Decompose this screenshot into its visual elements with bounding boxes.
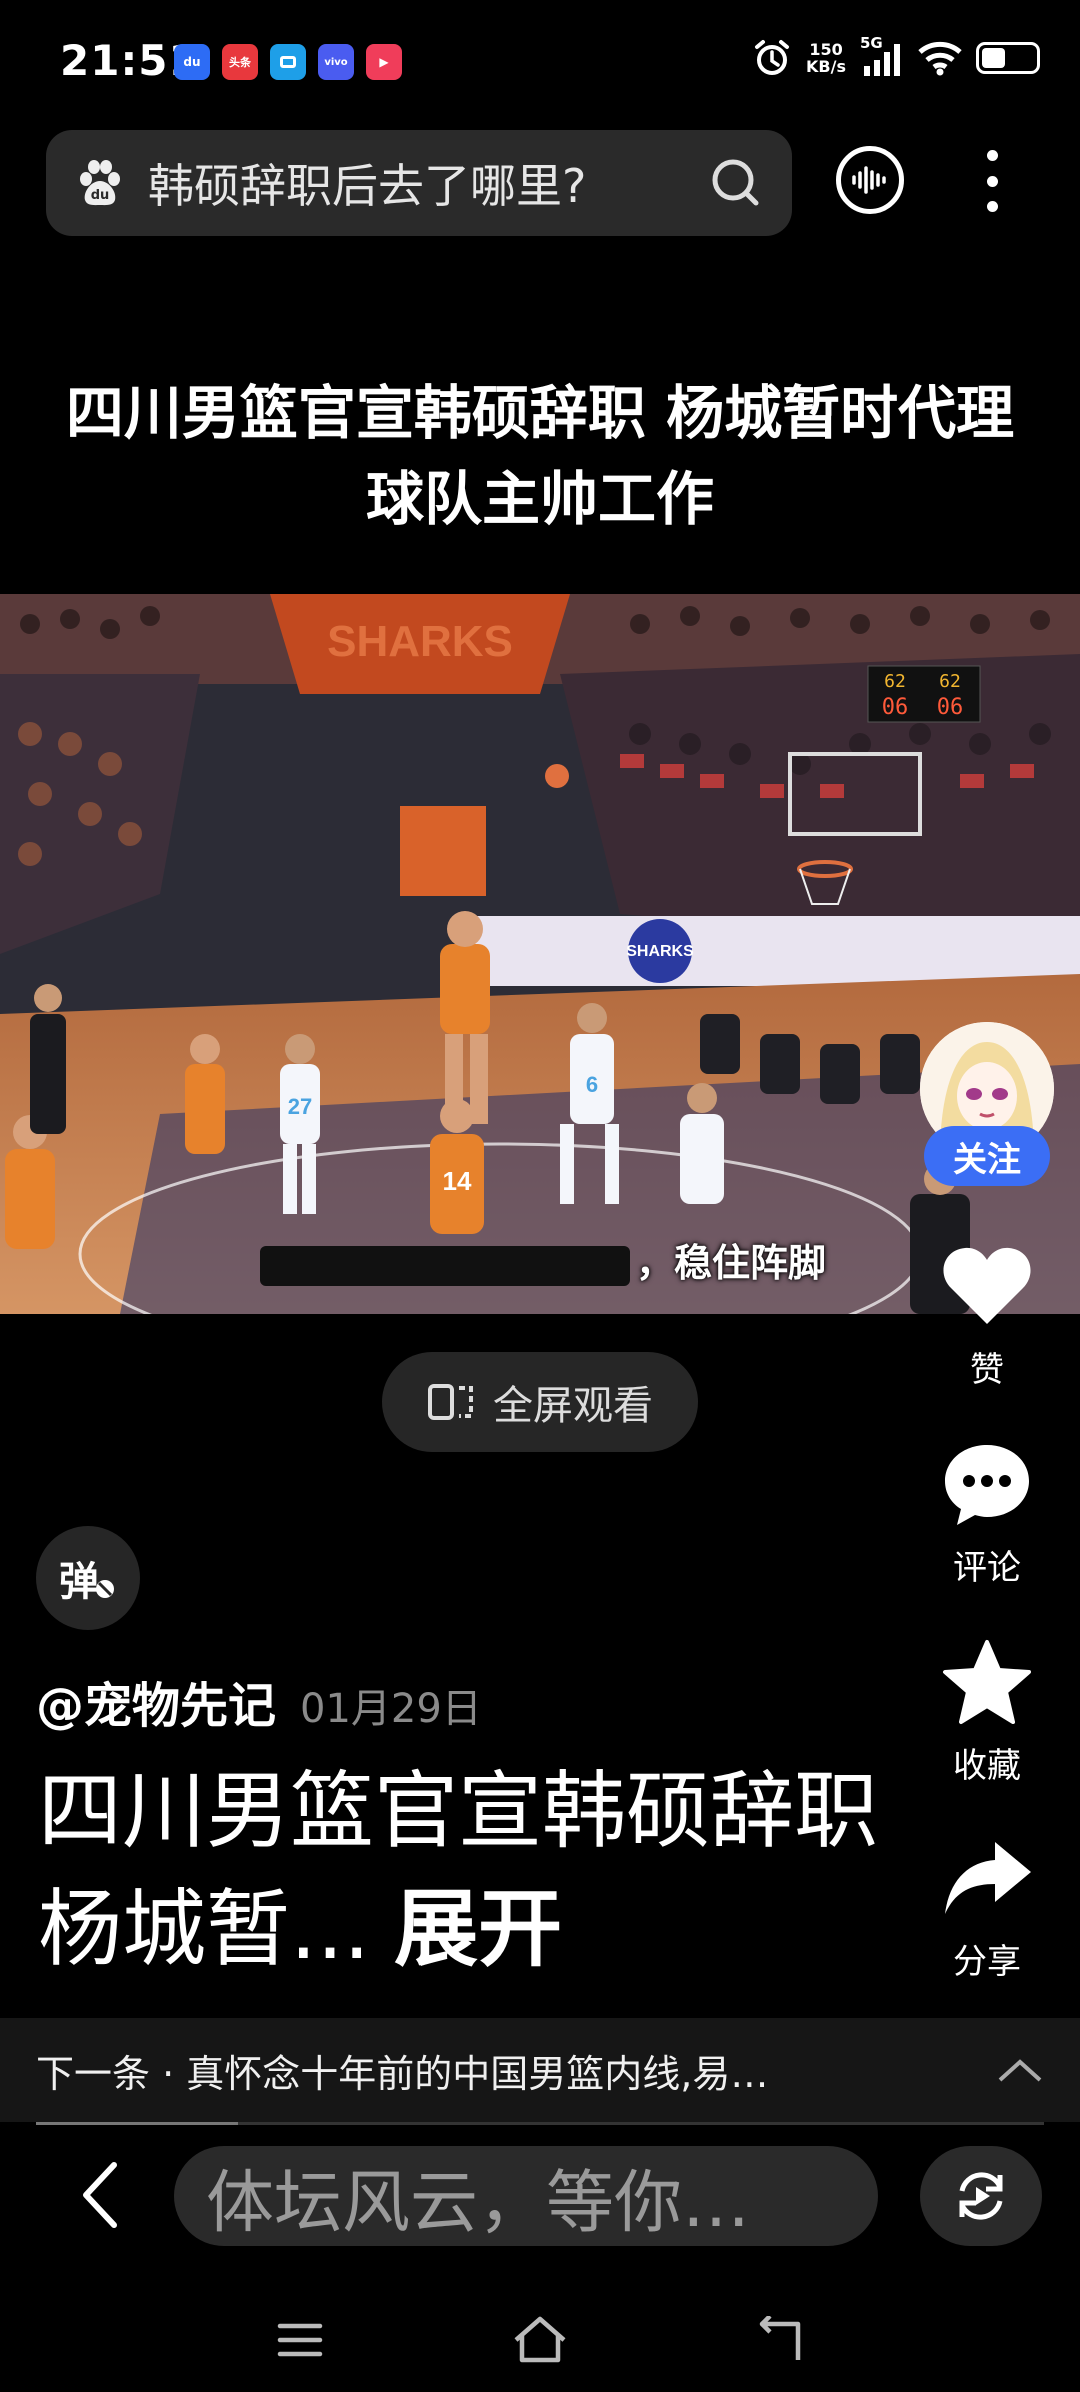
replay-icon — [959, 2172, 1003, 2220]
vivo-icon: vivo — [318, 44, 354, 80]
star-icon — [937, 1632, 1037, 1732]
status-bar: 21:51 du 头条 vivo ▶ 150 KB/s 5G — [0, 0, 1080, 120]
fullscreen-button[interactable]: 全屏观看 — [382, 1352, 698, 1452]
svg-text:6: 6 — [586, 1072, 598, 1097]
wifi-icon — [918, 41, 962, 76]
home-icon — [514, 2316, 566, 2363]
baidu-paw-icon: du — [80, 160, 120, 206]
toutiao-icon: 头条 — [222, 44, 258, 80]
status-app-icons: du 头条 vivo ▶ — [174, 44, 402, 80]
back-nav-button[interactable] — [740, 2310, 820, 2370]
back-arrow-icon — [759, 2316, 801, 2360]
scoreboard-bottom-left: 06 — [882, 695, 909, 720]
post-title[interactable]: 四川男篮官宣韩硕辞职 杨城暂... 展开 — [38, 1752, 898, 1988]
video-frame: SHARKS 62 06 62 06 SHARKS 27 6 14 — [0, 594, 1080, 1314]
alarm-icon — [755, 40, 790, 75]
search-query: 韩硕辞职后去了哪里? — [148, 159, 587, 213]
author-avatar-group[interactable]: 关注 — [920, 1022, 1054, 1186]
expand-link[interactable]: 展开 — [394, 1880, 562, 1978]
like-button[interactable]: 赞 — [930, 1236, 1044, 1391]
search-icon[interactable] — [708, 155, 764, 211]
author-name[interactable]: @宠物先记 — [36, 1666, 276, 1736]
follow-button[interactable]: 关注 — [924, 1126, 1050, 1186]
share-button[interactable]: 分享 — [930, 1828, 1044, 1983]
menu-nav-button[interactable] — [260, 2310, 340, 2370]
share-arrow-icon — [937, 1828, 1037, 1928]
back-button[interactable] — [60, 2150, 140, 2240]
comment-input[interactable]: 体坛风云，等你… — [174, 2146, 878, 2246]
next-video-bar[interactable]: 下一条 · 真怀念十年前的中国男篮内线,易… — [0, 2018, 1080, 2122]
video-player[interactable]: SHARKS 62 06 62 06 SHARKS 27 6 14 — [0, 594, 1080, 1314]
svg-text:SHARKS: SHARKS — [327, 617, 513, 666]
home-nav-button[interactable] — [500, 2310, 580, 2370]
comment-icon — [937, 1434, 1037, 1534]
scoreboard-top-right: 62 — [939, 671, 961, 692]
battery-icon — [976, 42, 1040, 74]
disabled-icon — [96, 1580, 114, 1598]
voice-search-icon — [852, 166, 886, 194]
status-indicators: 150 KB/s 5G — [752, 34, 1040, 78]
subtitle-obscured-text — [260, 1245, 630, 1286]
video-app-icon: ▶ — [366, 44, 402, 80]
fullscreen-icon — [428, 1384, 473, 1420]
fullscreen-label: 全屏观看 — [493, 1383, 653, 1429]
video-subtitle: ，稳住阵脚 — [260, 1232, 826, 1287]
page-title: 四川男篮官宣韩硕辞职 杨城暂时代理球队主帅工作 — [65, 379, 1015, 533]
replay-button[interactable] — [920, 2146, 1042, 2246]
system-nav-bar — [0, 2290, 1080, 2392]
signal-icon: 5G — [860, 34, 904, 78]
collect-button[interactable]: 收藏 — [930, 1632, 1044, 1787]
comment-button[interactable]: 评论 — [930, 1434, 1044, 1589]
author-line: @宠物先记 01月29日 — [36, 1666, 482, 1736]
search-input[interactable]: du 韩硕辞职后去了哪里? — [46, 130, 792, 236]
heart-icon — [937, 1236, 1037, 1336]
baidu-icon: du — [174, 44, 210, 80]
scoreboard-top-left: 62 — [884, 671, 906, 692]
chevron-up-icon[interactable] — [996, 2056, 1044, 2084]
chevron-left-icon — [83, 2162, 117, 2228]
post-date: 01月29日 — [300, 1686, 482, 1732]
app-blue-icon — [270, 44, 306, 80]
svg-text:du: du — [91, 188, 110, 203]
svg-text:SHARKS: SHARKS — [626, 943, 694, 960]
voice-search-button[interactable] — [836, 146, 904, 214]
next-video-label: 下一条 · 真怀念十年前的中国男篮内线,易… — [36, 2051, 769, 2096]
scoreboard-bottom-right: 06 — [937, 695, 964, 720]
net-speed: 150 KB/s — [806, 40, 846, 76]
menu-icon — [277, 2323, 323, 2357]
video-progress-bar[interactable] — [36, 2122, 1044, 2125]
more-vertical-icon[interactable] — [976, 146, 1008, 216]
svg-text:14: 14 — [443, 1166, 472, 1196]
svg-text:27: 27 — [288, 1094, 312, 1119]
danmaku-toggle[interactable]: 弹 — [36, 1526, 140, 1630]
